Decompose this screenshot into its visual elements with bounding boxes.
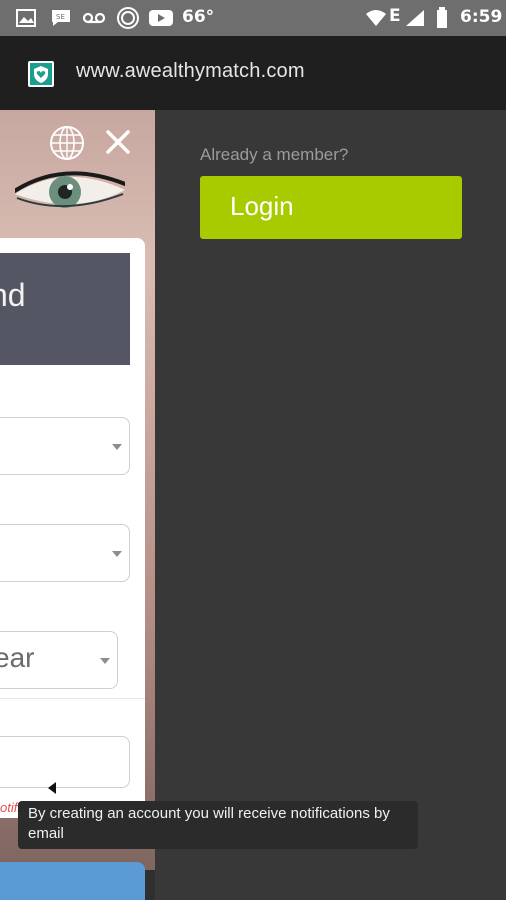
- signal-icon: [406, 10, 424, 26]
- stumbleupon-icon: [117, 7, 139, 29]
- battery-icon: [437, 7, 447, 28]
- wifi-icon: [366, 10, 386, 26]
- globe-icon[interactable]: [48, 124, 86, 162]
- svg-text:SE: SE: [56, 13, 65, 21]
- email-field[interactable]: [0, 736, 130, 788]
- close-icon[interactable]: [104, 128, 132, 156]
- select-field-2[interactable]: [0, 524, 130, 582]
- notification-tooltip: By creating an account you will receive …: [18, 801, 418, 849]
- submit-button[interactable]: [0, 862, 145, 900]
- form-header-text: nd: [0, 277, 26, 313]
- shield-heart-icon: [28, 61, 54, 87]
- login-button[interactable]: Login: [200, 176, 462, 239]
- chevron-down-icon: [112, 444, 122, 450]
- chat-icon: SE: [52, 10, 70, 26]
- screen: SE 66° E 6:59 www.awealthymatch.com Alre…: [0, 0, 506, 900]
- already-member-label: Already a member?: [200, 145, 349, 164]
- youtube-icon: [149, 10, 173, 26]
- tooltip-arrow-icon: [48, 782, 56, 794]
- year-select-placeholder: ear: [0, 642, 35, 673]
- clock: 6:59: [460, 7, 503, 27]
- temperature: 66°: [182, 7, 215, 27]
- divider: [0, 698, 145, 699]
- eye-image: [15, 171, 125, 208]
- status-bar: SE 66° E 6:59: [0, 0, 506, 36]
- voicemail-icon: [82, 12, 106, 24]
- chevron-down-icon: [100, 658, 110, 664]
- image-icon: [16, 9, 36, 27]
- signup-panel: nd ear otifications by: [0, 110, 155, 900]
- select-field-1[interactable]: [0, 417, 130, 475]
- url-text[interactable]: www.awealthymatch.com: [76, 60, 305, 83]
- network-type: E: [389, 6, 401, 26]
- login-button-label: Login: [230, 191, 294, 221]
- chevron-down-icon: [112, 551, 122, 557]
- form-header: nd: [0, 253, 130, 365]
